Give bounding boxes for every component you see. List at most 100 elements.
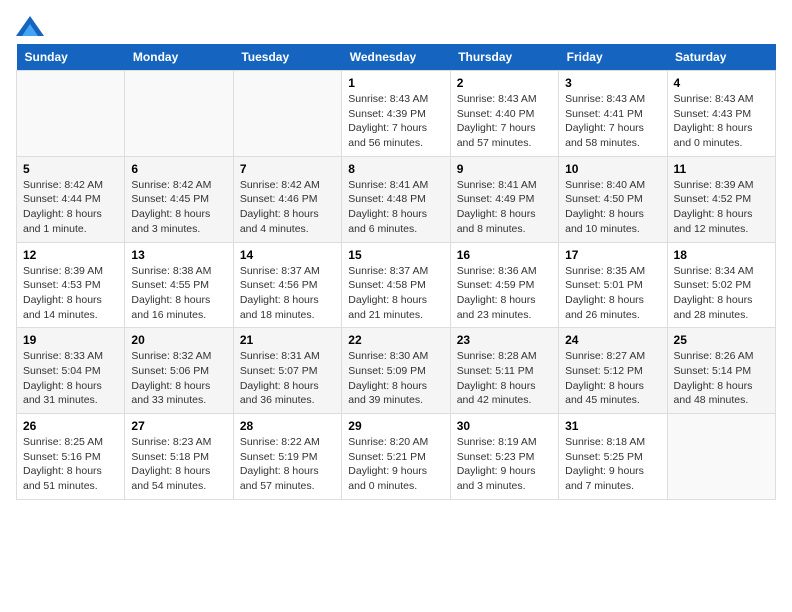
day-info: Sunrise: 8:19 AM Sunset: 5:23 PM Dayligh… xyxy=(457,435,552,494)
calendar-cell xyxy=(667,414,775,500)
calendar-cell xyxy=(125,71,233,157)
calendar-cell: 20 Sunrise: 8:32 AM Sunset: 5:06 PM Dayli… xyxy=(125,328,233,414)
calendar-cell xyxy=(17,71,125,157)
day-number: 11 xyxy=(674,162,769,176)
day-info: Sunrise: 8:31 AM Sunset: 5:07 PM Dayligh… xyxy=(240,349,335,408)
day-info: Sunrise: 8:22 AM Sunset: 5:19 PM Dayligh… xyxy=(240,435,335,494)
calendar-cell: 15Sunrise: 8:37 AM Sunset: 4:58 PM Dayli… xyxy=(342,242,450,328)
calendar-cell: 2 Sunrise: 8:43 AM Sunset: 4:40 PM Daylig… xyxy=(450,71,558,157)
calendar-cell: 29Sunrise: 8:20 AM Sunset: 5:21 PM Dayli… xyxy=(342,414,450,500)
day-number: 13 xyxy=(131,248,226,262)
day-info: Sunrise: 8:39 AM Sunset: 4:52 PM Dayligh… xyxy=(674,178,769,237)
day-number: 12 xyxy=(23,248,118,262)
day-info: Sunrise: 8:28 AM Sunset: 5:11 PM Dayligh… xyxy=(457,349,552,408)
day-info: Sunrise: 8:36 AM Sunset: 4:59 PM Dayligh… xyxy=(457,264,552,323)
day-info: Sunrise: 8:33 AM Sunset: 5:04 PM Dayligh… xyxy=(23,349,118,408)
calendar-cell: 7Sunrise: 8:42 AM Sunset: 4:46 PM Daylig… xyxy=(233,156,341,242)
day-number: 22 xyxy=(348,333,443,347)
day-info: Sunrise: 8:43 AM Sunset: 4:41 PM Dayligh… xyxy=(565,92,660,151)
calendar-cell: 17 Sunrise: 8:35 AM Sunset: 5:01 PM Dayli… xyxy=(559,242,667,328)
calendar-table: SundayMondayTuesdayWednesdayThursdayFrid… xyxy=(16,44,776,500)
calendar-cell: 31 Sunrise: 8:18 AM Sunset: 5:25 PM Dayli… xyxy=(559,414,667,500)
day-number: 23 xyxy=(457,333,552,347)
calendar-cell: 21Sunrise: 8:31 AM Sunset: 5:07 PM Dayli… xyxy=(233,328,341,414)
day-info: Sunrise: 8:41 AM Sunset: 4:48 PM Dayligh… xyxy=(348,178,443,237)
day-info: Sunrise: 8:43 AM Sunset: 4:39 PM Dayligh… xyxy=(348,92,443,151)
calendar-cell: 6 Sunrise: 8:42 AM Sunset: 4:45 PM Daylig… xyxy=(125,156,233,242)
day-info: Sunrise: 8:37 AM Sunset: 4:56 PM Dayligh… xyxy=(240,264,335,323)
weekday-header-sunday: Sunday xyxy=(17,44,125,71)
day-info: Sunrise: 8:18 AM Sunset: 5:25 PM Dayligh… xyxy=(565,435,660,494)
calendar-cell xyxy=(233,71,341,157)
header xyxy=(16,16,776,36)
calendar-cell: 5 Sunrise: 8:42 AM Sunset: 4:44 PM Daylig… xyxy=(17,156,125,242)
day-info: Sunrise: 8:39 AM Sunset: 4:53 PM Dayligh… xyxy=(23,264,118,323)
calendar-cell: 24Sunrise: 8:27 AM Sunset: 5:12 PM Dayli… xyxy=(559,328,667,414)
calendar-cell: 12 Sunrise: 8:39 AM Sunset: 4:53 PM Dayli… xyxy=(17,242,125,328)
day-info: Sunrise: 8:38 AM Sunset: 4:55 PM Dayligh… xyxy=(131,264,226,323)
day-number: 16 xyxy=(457,248,552,262)
calendar-cell: 27 Sunrise: 8:23 AM Sunset: 5:18 PM Dayli… xyxy=(125,414,233,500)
day-number: 17 xyxy=(565,248,660,262)
day-number: 20 xyxy=(131,333,226,347)
day-number: 14 xyxy=(240,248,335,262)
calendar-cell: 13 Sunrise: 8:38 AM Sunset: 4:55 PM Dayli… xyxy=(125,242,233,328)
calendar-cell: 22 Sunrise: 8:30 AM Sunset: 5:09 PM Dayli… xyxy=(342,328,450,414)
day-info: Sunrise: 8:35 AM Sunset: 5:01 PM Dayligh… xyxy=(565,264,660,323)
calendar-week-row: 19Sunrise: 8:33 AM Sunset: 5:04 PM Dayli… xyxy=(17,328,776,414)
weekday-header-thursday: Thursday xyxy=(450,44,558,71)
calendar-week-row: 12 Sunrise: 8:39 AM Sunset: 4:53 PM Dayli… xyxy=(17,242,776,328)
calendar-cell: 10 Sunrise: 8:40 AM Sunset: 4:50 PM Dayli… xyxy=(559,156,667,242)
day-info: Sunrise: 8:42 AM Sunset: 4:45 PM Dayligh… xyxy=(131,178,226,237)
day-info: Sunrise: 8:32 AM Sunset: 5:06 PM Dayligh… xyxy=(131,349,226,408)
calendar-cell: 28 Sunrise: 8:22 AM Sunset: 5:19 PM Dayli… xyxy=(233,414,341,500)
calendar-cell: 9 Sunrise: 8:41 AM Sunset: 4:49 PM Daylig… xyxy=(450,156,558,242)
calendar-cell: 3 Sunrise: 8:43 AM Sunset: 4:41 PM Daylig… xyxy=(559,71,667,157)
day-info: Sunrise: 8:43 AM Sunset: 4:40 PM Dayligh… xyxy=(457,92,552,151)
day-info: Sunrise: 8:25 AM Sunset: 5:16 PM Dayligh… xyxy=(23,435,118,494)
calendar-cell: 19Sunrise: 8:33 AM Sunset: 5:04 PM Dayli… xyxy=(17,328,125,414)
day-info: Sunrise: 8:37 AM Sunset: 4:58 PM Dayligh… xyxy=(348,264,443,323)
day-info: Sunrise: 8:23 AM Sunset: 5:18 PM Dayligh… xyxy=(131,435,226,494)
calendar-cell: 18Sunrise: 8:34 AM Sunset: 5:02 PM Dayli… xyxy=(667,242,775,328)
day-number: 27 xyxy=(131,419,226,433)
day-info: Sunrise: 8:30 AM Sunset: 5:09 PM Dayligh… xyxy=(348,349,443,408)
day-number: 3 xyxy=(565,76,660,90)
day-info: Sunrise: 8:42 AM Sunset: 4:44 PM Dayligh… xyxy=(23,178,118,237)
calendar-week-row: 5 Sunrise: 8:42 AM Sunset: 4:44 PM Daylig… xyxy=(17,156,776,242)
calendar-week-row: 1 Sunrise: 8:43 AM Sunset: 4:39 PM Daylig… xyxy=(17,71,776,157)
day-info: Sunrise: 8:43 AM Sunset: 4:43 PM Dayligh… xyxy=(674,92,769,151)
calendar-cell: 16 Sunrise: 8:36 AM Sunset: 4:59 PM Dayli… xyxy=(450,242,558,328)
day-number: 30 xyxy=(457,419,552,433)
logo-icon xyxy=(16,16,44,36)
day-number: 9 xyxy=(457,162,552,176)
day-info: Sunrise: 8:41 AM Sunset: 4:49 PM Dayligh… xyxy=(457,178,552,237)
logo xyxy=(16,16,48,36)
day-number: 5 xyxy=(23,162,118,176)
day-number: 2 xyxy=(457,76,552,90)
day-number: 28 xyxy=(240,419,335,433)
calendar-cell: 4Sunrise: 8:43 AM Sunset: 4:43 PM Daylig… xyxy=(667,71,775,157)
day-info: Sunrise: 8:34 AM Sunset: 5:02 PM Dayligh… xyxy=(674,264,769,323)
day-number: 6 xyxy=(131,162,226,176)
calendar-cell: 1 Sunrise: 8:43 AM Sunset: 4:39 PM Daylig… xyxy=(342,71,450,157)
weekday-header-monday: Monday xyxy=(125,44,233,71)
weekday-header-wednesday: Wednesday xyxy=(342,44,450,71)
weekday-header-friday: Friday xyxy=(559,44,667,71)
calendar-cell: 8 Sunrise: 8:41 AM Sunset: 4:48 PM Daylig… xyxy=(342,156,450,242)
day-info: Sunrise: 8:26 AM Sunset: 5:14 PM Dayligh… xyxy=(674,349,769,408)
day-number: 7 xyxy=(240,162,335,176)
calendar-week-row: 26 Sunrise: 8:25 AM Sunset: 5:16 PM Dayli… xyxy=(17,414,776,500)
day-number: 10 xyxy=(565,162,660,176)
weekday-header-tuesday: Tuesday xyxy=(233,44,341,71)
day-number: 25 xyxy=(674,333,769,347)
day-number: 1 xyxy=(348,76,443,90)
calendar-cell: 25 Sunrise: 8:26 AM Sunset: 5:14 PM Dayli… xyxy=(667,328,775,414)
calendar-cell: 11 Sunrise: 8:39 AM Sunset: 4:52 PM Dayli… xyxy=(667,156,775,242)
day-info: Sunrise: 8:20 AM Sunset: 5:21 PM Dayligh… xyxy=(348,435,443,494)
day-number: 26 xyxy=(23,419,118,433)
day-info: Sunrise: 8:40 AM Sunset: 4:50 PM Dayligh… xyxy=(565,178,660,237)
day-info: Sunrise: 8:27 AM Sunset: 5:12 PM Dayligh… xyxy=(565,349,660,408)
day-number: 31 xyxy=(565,419,660,433)
day-number: 8 xyxy=(348,162,443,176)
